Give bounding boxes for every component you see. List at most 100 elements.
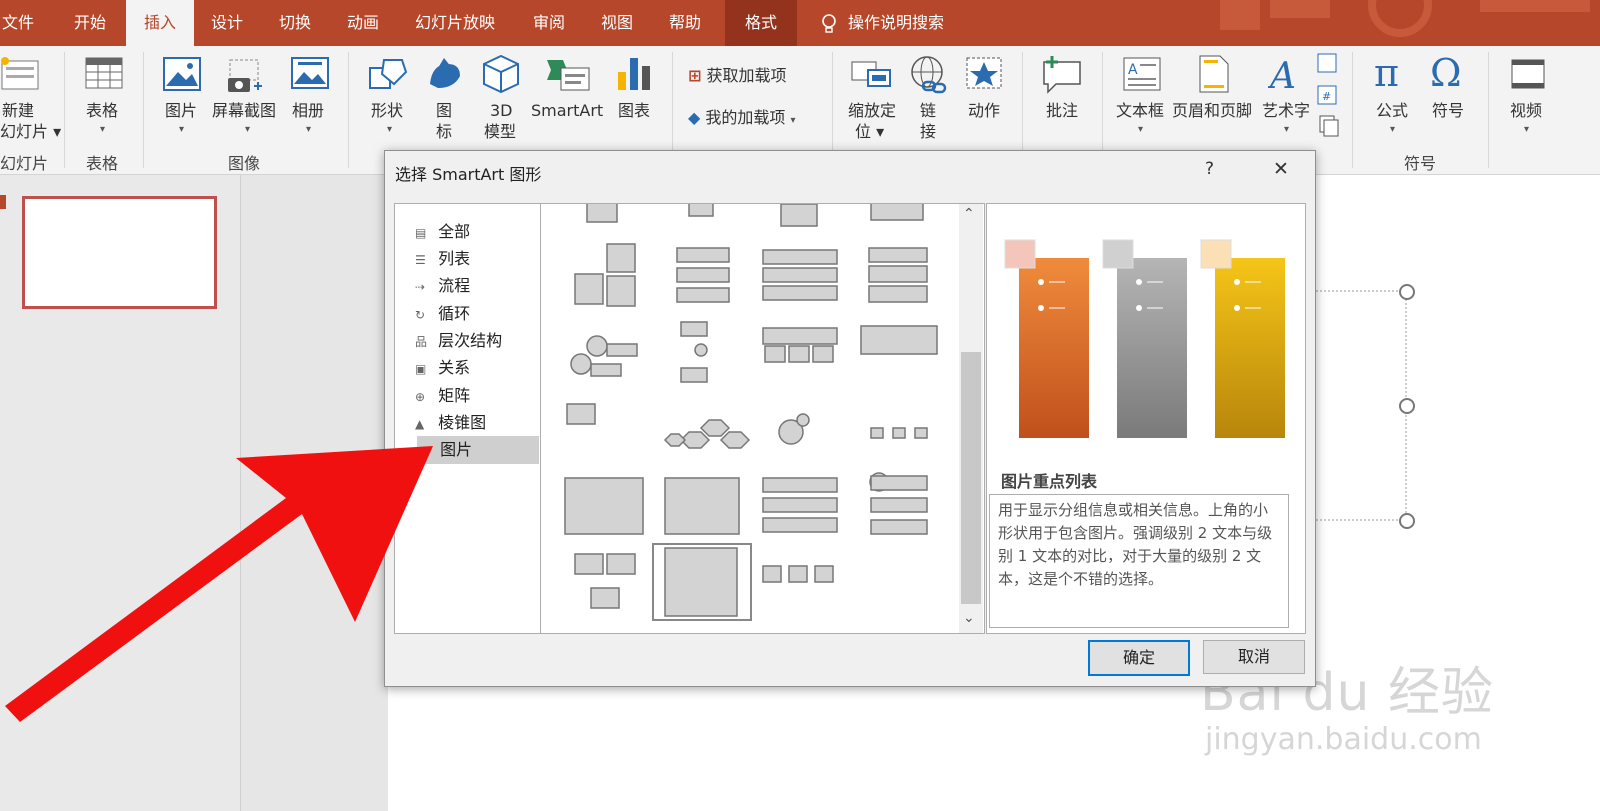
symbol-icon: Ω xyxy=(1430,52,1462,92)
link-button[interactable]: 链 xyxy=(920,100,936,121)
svg-text:#: # xyxy=(1322,90,1331,103)
tab-design[interactable]: 设计 xyxy=(211,0,243,46)
cancel-button[interactable]: 取消 xyxy=(1203,640,1305,674)
category-list: ▤ 全部 ☰ 列表 ⇢ 流程 ↻ 循环 品 层次结构 ▣ 关系 ⊕ 矩阵 ▲ 棱… xyxy=(394,203,542,634)
preview-graphic xyxy=(1004,239,1285,438)
menu-bar: 文件 开始 插入 设计 切换 动画 幻灯片放映 审阅 视图 帮助 格式 操作说明… xyxy=(0,0,1600,46)
equation-button[interactable]: 公式 xyxy=(1376,100,1408,121)
search-label: 操作说明搜索 xyxy=(848,13,945,32)
chevron-down-icon: ▾ xyxy=(306,124,312,135)
cycle-icon: ↻ xyxy=(415,308,426,322)
header-footer-button[interactable]: 页眉和页脚 xyxy=(1172,100,1252,121)
icons-button[interactable]: 图 xyxy=(436,100,452,121)
picture-icon xyxy=(163,57,201,91)
dialog-title: 选择 SmartArt 图形 xyxy=(395,165,542,184)
category-all[interactable]: ▤ 全部 xyxy=(415,218,535,246)
tab-insert[interactable]: 插入 xyxy=(126,0,194,46)
ribbon-separator xyxy=(348,52,349,168)
tab-home[interactable]: 开始 xyxy=(74,0,106,46)
icons-icon xyxy=(430,58,460,88)
album-button[interactable]: 相册 xyxy=(292,100,324,121)
equation-icon: π xyxy=(1374,52,1399,92)
chevron-down-icon: ▾ xyxy=(245,124,251,135)
slide-thumbnail[interactable] xyxy=(22,196,217,309)
video-button[interactable]: 视频 xyxy=(1510,100,1542,121)
chevron-down-icon: ▾ xyxy=(1138,124,1144,135)
smartart-dialog: 选择 SmartArt 图形 ? ✕ ▤ 全部 ☰ 列表 ⇢ 流程 ↻ 循环 品… xyxy=(384,150,1316,687)
process-icon: ⇢ xyxy=(415,280,426,294)
new-slide-icon xyxy=(1,57,39,90)
chart-button[interactable]: 图表 xyxy=(618,100,650,121)
text-small-icons: # xyxy=(1317,53,1339,137)
screenshot-icon xyxy=(228,59,262,92)
header-footer-icon xyxy=(1199,55,1229,93)
tab-review[interactable]: 审阅 xyxy=(533,0,565,46)
album-icon xyxy=(291,57,329,89)
tab-file[interactable]: 文件 xyxy=(0,0,48,46)
ribbon-separator xyxy=(1488,52,1489,168)
zoom-icon xyxy=(851,61,891,87)
tab-format[interactable]: 格式 xyxy=(725,0,797,46)
help-button[interactable]: ? xyxy=(1205,159,1214,179)
3d-model-button[interactable]: 3D xyxy=(490,100,513,121)
resize-handle[interactable] xyxy=(1399,284,1415,300)
action-button[interactable]: 动作 xyxy=(968,100,1000,121)
3d-model-label2: 模型 xyxy=(484,122,517,141)
get-addins-button[interactable]: ⊞ 获取加载项 xyxy=(688,65,787,86)
tab-animations[interactable]: 动画 xyxy=(347,0,379,46)
chart-icon xyxy=(618,58,650,90)
tab-help[interactable]: 帮助 xyxy=(669,0,701,46)
video-icon xyxy=(1511,59,1545,89)
ribbon-separator xyxy=(64,52,65,168)
category-pyramid[interactable]: ▲ 棱锥图 xyxy=(415,409,535,437)
tab-transitions[interactable]: 切换 xyxy=(279,0,311,46)
resize-handle[interactable] xyxy=(1399,513,1415,529)
svg-text:Ω: Ω xyxy=(1430,52,1462,92)
shapes-icon xyxy=(369,59,408,89)
table-button[interactable]: 表格 xyxy=(86,100,118,121)
ok-button[interactable]: 确定 xyxy=(1088,640,1190,676)
matrix-icon: ⊕ xyxy=(415,390,426,404)
ribbon-separator xyxy=(143,52,144,168)
screenshot-button[interactable]: 屏幕截图 xyxy=(212,100,276,121)
svg-text:A: A xyxy=(1268,56,1296,94)
scroll-up-icon[interactable]: ⌃ xyxy=(963,206,975,222)
picture-button[interactable]: 图片 xyxy=(165,100,197,121)
resize-handle[interactable] xyxy=(1399,398,1415,414)
group-images-label: 图像 xyxy=(228,154,261,173)
textbox-button[interactable]: 文本框 xyxy=(1116,100,1164,121)
preview-title: 图片重点列表 xyxy=(1001,472,1098,491)
new-slide-button[interactable]: 新建 xyxy=(2,100,34,121)
preview-panel: 图片重点列表 用于显示分组信息或相关信息。上角的小形状用于包含图片。强调级别 2… xyxy=(986,203,1306,634)
symbol-button[interactable]: 符号 xyxy=(1432,100,1464,121)
wordart-button[interactable]: 艺术字 xyxy=(1262,100,1310,121)
category-process[interactable]: ⇢ 流程 xyxy=(415,272,535,300)
my-addins-button[interactable]: ◆ 我的加载项 ▾ xyxy=(688,107,796,131)
category-list-item[interactable]: ☰ 列表 xyxy=(415,245,535,273)
category-picture[interactable]: ▨ 图片 xyxy=(417,436,539,464)
title-decoration xyxy=(1220,0,1590,37)
tell-me-search[interactable]: 操作说明搜索 xyxy=(820,0,944,46)
scroll-down-icon[interactable]: ⌄ xyxy=(963,610,975,626)
chevron-down-icon: ▾ xyxy=(387,124,393,135)
zoom-button[interactable]: 缩放定 xyxy=(848,100,896,121)
chevron-down-icon: ▾ xyxy=(1284,124,1290,135)
chevron-down-icon: ▾ xyxy=(1390,124,1396,135)
category-matrix[interactable]: ⊕ 矩阵 xyxy=(415,382,535,410)
scrollbar-thumb[interactable] xyxy=(961,352,981,604)
category-cycle[interactable]: ↻ 循环 xyxy=(415,300,535,328)
3d-model-icon xyxy=(483,54,519,94)
pyramid-icon: ▲ xyxy=(415,417,425,431)
list-icon: ☰ xyxy=(415,253,426,267)
category-hierarchy[interactable]: 品 层次结构 xyxy=(415,327,535,355)
smartart-button[interactable]: SmartArt xyxy=(531,100,603,121)
hierarchy-icon: 品 xyxy=(415,335,428,349)
shapes-button[interactable]: 形状 xyxy=(371,100,403,121)
tab-slideshow[interactable]: 幻灯片放映 xyxy=(415,0,495,46)
close-button[interactable]: ✕ xyxy=(1273,158,1289,180)
ribbon-separator xyxy=(1352,52,1353,168)
category-relationship[interactable]: ▣ 关系 xyxy=(415,354,535,382)
comment-icon xyxy=(1043,56,1081,94)
comment-button[interactable]: 批注 xyxy=(1046,100,1078,121)
tab-view[interactable]: 视图 xyxy=(601,0,633,46)
